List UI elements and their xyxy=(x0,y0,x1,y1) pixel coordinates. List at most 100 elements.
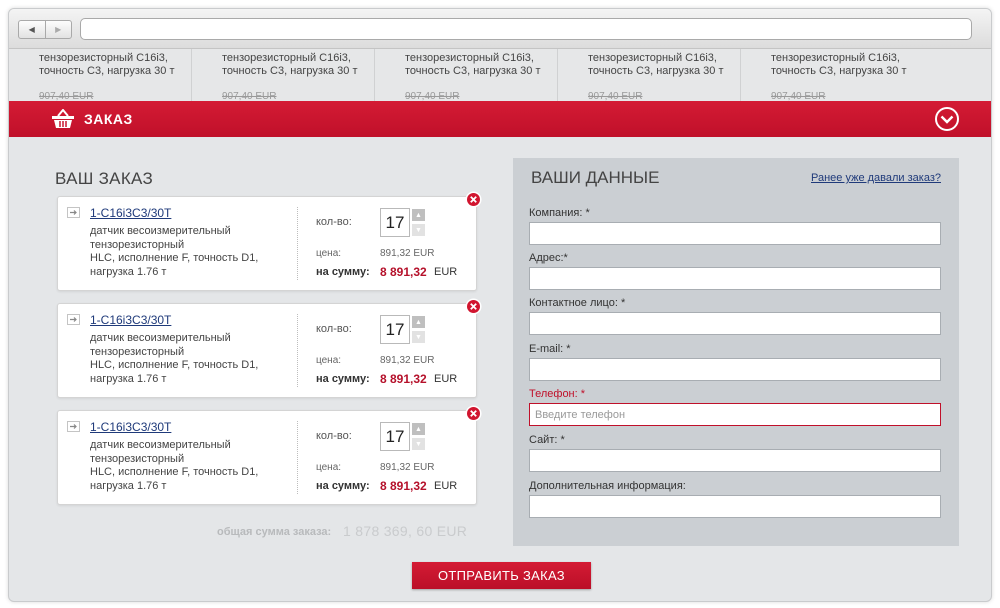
price-label: цена: xyxy=(316,248,342,259)
browser-window: ◀ ▶ тензорезисторный С16і3, точность С3,… xyxy=(8,8,992,602)
remove-item-icon[interactable] xyxy=(465,191,482,208)
additional-info-label: Дополнительная информация: xyxy=(529,480,686,492)
order-item-description: датчик весоизмерительный тензорезисторны… xyxy=(90,225,280,279)
order-item-desc-line: нагрузка 1.76 т xyxy=(90,265,167,278)
phone-label: Телефон: * xyxy=(529,388,586,400)
order-item-description: датчик весоизмерительный тензорезисторны… xyxy=(90,332,280,386)
price-value: 891,32 EUR xyxy=(380,462,435,473)
phone-field[interactable] xyxy=(529,403,941,426)
product-name-line2: точность С3, нагрузка 30 т xyxy=(771,65,907,77)
product-name-line1: тензорезисторный С16і3, xyxy=(222,52,351,64)
quantity-increase-icon[interactable]: ▲ xyxy=(412,209,425,221)
product-name-line2: точность С3, нагрузка 30 т xyxy=(405,65,541,77)
order-item-desc-line: тензорезисторный xyxy=(90,452,185,465)
product-strip-item[interactable]: тензорезисторный С16і3, точность С3, наг… xyxy=(192,49,375,102)
order-header-bar[interactable]: ЗАКАЗ xyxy=(9,101,991,137)
quantity-decrease-icon[interactable]: ▼ xyxy=(412,438,425,450)
company-field[interactable] xyxy=(529,222,941,245)
quantity-input[interactable]: 17 xyxy=(380,208,410,237)
order-item-desc-line: HLC, исполнение F, точность D1, xyxy=(90,466,259,478)
order-item-desc-line: датчик весоизмерительный xyxy=(90,439,231,451)
card-divider xyxy=(297,207,298,280)
order-item-card: 1-C16i3C3/30T датчик весоизмерительный т… xyxy=(57,410,477,505)
card-divider xyxy=(297,314,298,387)
quantity-label: кол-во: xyxy=(316,216,352,228)
product-name-line1: тензорезисторный С16і3, xyxy=(405,52,534,64)
chevron-down-circle-icon[interactable] xyxy=(934,106,960,132)
quantity-decrease-icon[interactable]: ▼ xyxy=(412,224,425,236)
product-name-line2: точность С3, нагрузка 30 т xyxy=(222,65,358,77)
product-name-line2: точность С3, нагрузка 30 т xyxy=(39,65,175,77)
sum-currency: EUR xyxy=(434,266,458,278)
price-label: цена: xyxy=(316,462,342,473)
order-item-card: 1-C16i3C3/30T датчик весоизмерительный т… xyxy=(57,196,477,291)
returning-customer-link[interactable]: Ранее уже давали заказ? xyxy=(811,172,941,184)
product-name-line2: точность С3, нагрузка 30 т xyxy=(588,65,724,77)
quantity-label: кол-во: xyxy=(316,430,352,442)
website-field[interactable] xyxy=(529,449,941,472)
product-name-line1: тензорезисторный С16і3, xyxy=(588,52,717,64)
product-name-line1: тензорезисторный С16і3, xyxy=(39,52,168,64)
sum-currency: EUR xyxy=(434,373,458,385)
order-total-value: 1 878 369, 60 EUR xyxy=(343,523,468,539)
browser-toolbar: ◀ ▶ xyxy=(9,9,991,49)
quantity-label: кол-во: xyxy=(316,323,352,335)
arrow-right-icon xyxy=(67,314,80,325)
product-strip-item[interactable]: тензорезисторный С16і3, точность С3, наг… xyxy=(375,49,558,102)
product-name-line1: тензорезисторный С16і3, xyxy=(771,52,900,64)
sum-currency: EUR xyxy=(434,480,458,492)
product-strip-item[interactable]: тензорезисторный С16і3, точность С3, наг… xyxy=(741,49,924,102)
quantity-increase-icon[interactable]: ▲ xyxy=(412,316,425,328)
arrow-right-icon xyxy=(67,207,80,218)
basket-icon xyxy=(52,109,74,128)
product-strip-item[interactable]: тензорезисторный С16і3, точность С3, наг… xyxy=(558,49,741,102)
sum-label: на сумму: xyxy=(316,480,370,492)
order-item-desc-line: нагрузка 1.76 т xyxy=(90,479,167,492)
contact-person-label: Контактное лицо: * xyxy=(529,297,626,309)
quantity-increase-icon[interactable]: ▲ xyxy=(412,423,425,435)
additional-info-field[interactable] xyxy=(529,495,941,518)
order-item-desc-line: HLC, исполнение F, точность D1, xyxy=(90,359,259,371)
quantity-input[interactable]: 17 xyxy=(380,315,410,344)
card-divider xyxy=(297,421,298,494)
customer-data-title: ВАШИ ДАННЫЕ xyxy=(531,168,660,187)
product-strip-item[interactable]: тензорезисторный С16і3, точность С3, наг… xyxy=(9,49,192,102)
quantity-input[interactable]: 17 xyxy=(380,422,410,451)
order-item-sku-link[interactable]: 1-C16i3C3/30T xyxy=(90,206,171,220)
order-item-description: датчик весоизмерительный тензорезисторны… xyxy=(90,439,280,493)
order-item-desc-line: тензорезисторный xyxy=(90,238,185,251)
order-item-desc-line: HLC, исполнение F, точность D1, xyxy=(90,252,259,264)
price-value: 891,32 EUR xyxy=(380,355,435,366)
sum-label: на сумму: xyxy=(316,266,370,278)
contact-person-field[interactable] xyxy=(529,312,941,335)
email-field[interactable] xyxy=(529,358,941,381)
order-item-desc-line: датчик весоизмерительный xyxy=(90,225,231,237)
price-value: 891,32 EUR xyxy=(380,248,435,259)
order-item-sku-link[interactable]: 1-C16i3C3/30T xyxy=(90,420,171,434)
sum-label: на сумму: xyxy=(316,373,370,385)
arrow-right-icon xyxy=(67,421,80,432)
sum-value: 8 891,32 xyxy=(380,479,427,493)
customer-data-panel: ВАШИ ДАННЫЕ Ранее уже давали заказ? Комп… xyxy=(513,158,959,546)
quantity-decrease-icon[interactable]: ▼ xyxy=(412,331,425,343)
address-bar[interactable] xyxy=(80,18,972,40)
email-label: E-mail: * xyxy=(529,343,571,355)
order-item-desc-line: датчик весоизмерительный xyxy=(90,332,231,344)
order-item-sku-link[interactable]: 1-C16i3C3/30T xyxy=(90,313,171,327)
sum-value: 8 891,32 xyxy=(380,265,427,279)
order-item-desc-line: тензорезисторный xyxy=(90,345,185,358)
order-item-desc-line: нагрузка 1.76 т xyxy=(90,372,167,385)
company-label: Компания: * xyxy=(529,207,590,219)
order-section-title: ВАШ ЗАКАЗ xyxy=(55,169,154,188)
product-strip: тензорезисторный С16і3, точность С3, наг… xyxy=(9,49,991,102)
nav-buttons: ◀ ▶ xyxy=(18,20,72,39)
remove-item-icon[interactable] xyxy=(465,405,482,422)
address-field[interactable] xyxy=(529,267,941,290)
website-label: Сайт: * xyxy=(529,434,565,446)
order-total-label: общая сумма заказа: xyxy=(217,526,332,538)
submit-order-button[interactable]: ОТПРАВИТЬ ЗАКАЗ xyxy=(412,562,591,589)
forward-button[interactable]: ▶ xyxy=(44,21,72,38)
back-button[interactable]: ◀ xyxy=(19,21,45,38)
order-bar-title: ЗАКАЗ xyxy=(84,111,133,127)
remove-item-icon[interactable] xyxy=(465,298,482,315)
